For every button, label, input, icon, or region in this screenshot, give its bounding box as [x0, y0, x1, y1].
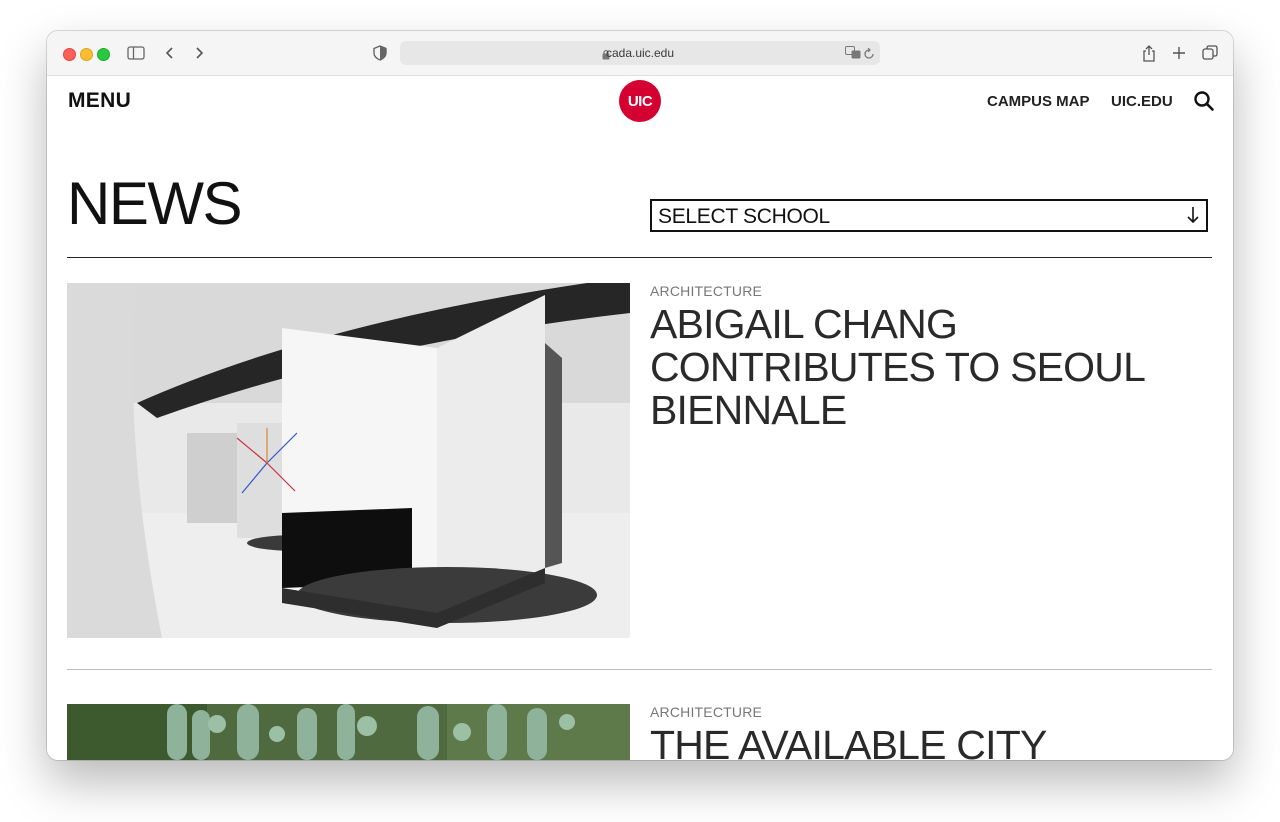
- new-tab-icon[interactable]: [1169, 43, 1189, 63]
- uic-logo[interactable]: UIC: [619, 80, 661, 122]
- school-select[interactable]: SELECT SCHOOL: [650, 199, 1208, 232]
- address-bar[interactable]: cada.uic.edu: [400, 41, 880, 65]
- url-text: cada.uic.edu: [605, 46, 675, 60]
- zoom-window-button[interactable]: [97, 48, 110, 61]
- article-category: ARCHITECTURE: [650, 704, 763, 720]
- menu-button[interactable]: MENU: [68, 89, 131, 113]
- school-select-value: SELECT SCHOOL: [658, 205, 830, 228]
- title-divider: [67, 257, 1212, 258]
- article-category: ARCHITECTURE: [650, 283, 763, 299]
- search-icon[interactable]: [1193, 90, 1215, 112]
- article-image[interactable]: [67, 704, 630, 760]
- translate-icon[interactable]: [845, 46, 861, 64]
- article-divider: [67, 669, 1212, 670]
- arrow-down-icon: [1186, 206, 1200, 229]
- uic-edu-link[interactable]: UIC.EDU: [1111, 93, 1173, 110]
- browser-window: cada.uic.edu MENU UIC CAMPUS MAP UIC.EDU…: [47, 31, 1233, 760]
- web-page: MENU UIC CAMPUS MAP UIC.EDU NEWS SELECT …: [47, 76, 1233, 760]
- sidebar-toggle-icon[interactable]: [126, 43, 146, 63]
- tab-overview-icon[interactable]: [1200, 43, 1220, 63]
- browser-toolbar: cada.uic.edu: [47, 31, 1233, 76]
- minimize-window-button[interactable]: [80, 48, 93, 61]
- page-title: NEWS: [67, 170, 243, 237]
- forward-icon[interactable]: [189, 43, 209, 63]
- close-window-button[interactable]: [63, 48, 76, 61]
- article-headline[interactable]: ABIGAIL CHANG CONTRIBUTES TO SEOUL BIENN…: [650, 303, 1210, 432]
- campus-map-link[interactable]: CAMPUS MAP: [987, 93, 1090, 110]
- reload-icon[interactable]: [863, 47, 875, 65]
- back-icon[interactable]: [160, 43, 180, 63]
- privacy-shield-icon[interactable]: [370, 43, 390, 63]
- share-icon[interactable]: [1139, 43, 1159, 63]
- article-image[interactable]: [67, 283, 630, 638]
- article-headline[interactable]: THE AVAILABLE CITY: [650, 724, 1210, 761]
